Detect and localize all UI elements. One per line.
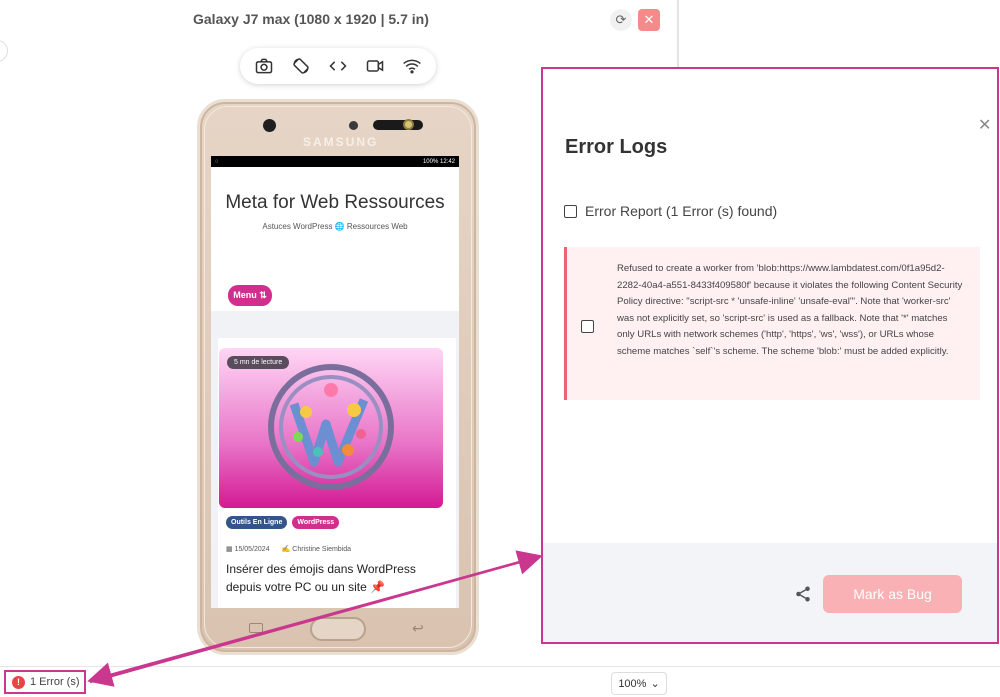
error-count-label: 1 Error (s) (30, 676, 80, 688)
status-battery-time: 100% 12:42 (422, 158, 455, 165)
error-message: Refused to create a worker from 'blob:ht… (617, 263, 963, 357)
camera-icon (256, 58, 273, 74)
post-author: ✍ Christine Siembida (282, 545, 351, 553)
phone-brand: SAMSUNG (303, 135, 379, 149)
post-title[interactable]: Insérer des émojis dans WordPress depuis… (226, 560, 451, 596)
error-alert-icon: ! (12, 675, 25, 689)
error-report-row[interactable]: Error Report (1 Error (s) found) (564, 203, 777, 219)
error-report-label: Error Report (1 Error (s) found) (585, 203, 778, 219)
post-thumbnail[interactable]: 5 mn de lecture (219, 348, 443, 508)
menu-button[interactable]: Menu ⇅ (228, 285, 272, 306)
chevron-down-icon: ⌄ (650, 678, 660, 690)
status-circle-icon: ◌ (215, 158, 219, 165)
rotate-icon (293, 58, 309, 74)
panel-title: Error Logs (565, 136, 668, 158)
divider (677, 0, 679, 68)
close-device-button[interactable]: ✕ (638, 9, 660, 31)
front-camera (263, 119, 276, 132)
refresh-button[interactable]: ⟳ (610, 9, 632, 31)
video-icon (366, 60, 384, 72)
status-bar: ◌ 100% 12:42 (211, 156, 459, 167)
writing-hand-icon: ✍ (281, 546, 293, 553)
device-title: Galaxy J7 max (1080 x 1920 | 5.7 in) (193, 11, 429, 27)
devtools-button[interactable] (324, 52, 352, 80)
zoom-value: 100% (618, 677, 647, 690)
collapse-handle[interactable] (0, 40, 8, 62)
proximity-sensor (349, 121, 358, 130)
screenshot-button[interactable] (250, 52, 278, 80)
wifi-icon (402, 59, 421, 74)
mark-as-bug-button[interactable]: Mark as Bug (823, 575, 962, 613)
wordpress-emoji-logo (268, 364, 394, 490)
rotate-button[interactable] (287, 52, 315, 80)
code-icon (329, 61, 347, 71)
flash-led (403, 119, 414, 130)
zoom-select[interactable]: 100% ⌄ (611, 672, 667, 695)
error-entry-checkbox[interactable] (581, 320, 594, 333)
refresh-icon: ⟳ (615, 12, 627, 27)
phone-screen[interactable]: ◌ 100% 12:42 Meta for Web Ressources Ast… (211, 156, 459, 608)
earpiece-speaker (373, 120, 423, 130)
share-icon[interactable] (794, 585, 812, 603)
tag-wordpress[interactable]: WordPress (292, 516, 340, 529)
tag-outils-en-ligne[interactable]: Outils En Ligne (226, 516, 288, 529)
post-date: ▦ 15/05/2024 (226, 545, 270, 553)
calendar-icon: ▦ (226, 546, 235, 553)
device-toolbar (240, 48, 436, 84)
back-button[interactable]: ↩ (412, 620, 424, 637)
post-meta: ▦ 15/05/2024 ✍ Christine Siembida (226, 545, 351, 553)
close-icon: ✕ (978, 117, 992, 134)
close-icon: ✕ (643, 12, 655, 27)
site-title[interactable]: Meta for Web Ressources (211, 188, 459, 217)
bottom-divider (0, 666, 1000, 667)
recent-apps-button[interactable] (249, 623, 263, 633)
panel-close-button[interactable]: ✕ (978, 115, 991, 135)
network-button[interactable] (398, 52, 426, 80)
record-video-button[interactable] (361, 52, 389, 80)
home-button[interactable] (310, 617, 366, 641)
error-report-checkbox[interactable] (564, 204, 577, 218)
site-subtitle: Astuces WordPress 🌐 Ressources Web (262, 222, 408, 231)
post-date-text: 15/05/2024 (234, 546, 270, 553)
post-tags: Outils En Ligne WordPress (226, 516, 340, 529)
post-author-text: Christine Siembida (292, 546, 352, 553)
error-count-button[interactable]: ! 1 Error (s) (4, 670, 86, 694)
